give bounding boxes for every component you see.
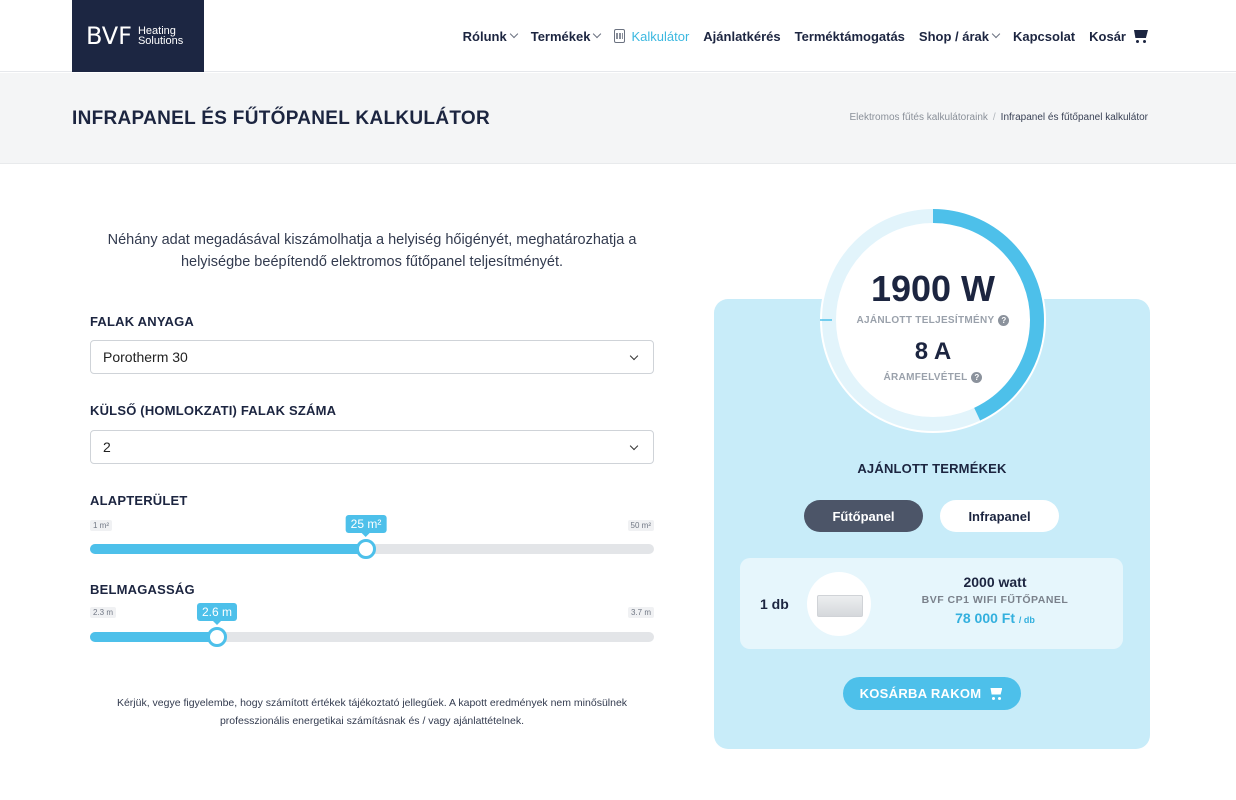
cart-icon	[989, 688, 1004, 700]
title-band: INFRAPANEL ÉS FŰTŐPANEL KALKULÁTOR Elekt…	[0, 73, 1236, 164]
height-min: 2.3 m	[90, 607, 117, 618]
nav-item-rolunk[interactable]: Rólunk	[462, 28, 518, 44]
cart-icon	[1132, 29, 1150, 43]
logo-text: BVF	[86, 22, 132, 50]
main-nav: Rólunk Termékek Kalkulátor Ajánlatkérés …	[463, 0, 1150, 72]
tab-infrapanel[interactable]: Infrapanel	[940, 500, 1059, 532]
nav-label: Kosár	[1089, 28, 1126, 44]
height-slider[interactable]: 2.6 m	[90, 603, 654, 647]
nav-label: Kapcsolat	[1013, 28, 1076, 44]
area-min: 1 m²	[90, 520, 112, 531]
power-value: 1900 W	[870, 268, 996, 309]
product-qty: 1 db	[760, 596, 789, 612]
logo[interactable]: BVF Heating Solutions	[72, 0, 204, 72]
nav-item-termektamogatas[interactable]: Terméktámogatás	[795, 29, 905, 44]
height-value-bubble: 2.6 m	[196, 603, 238, 625]
breadcrumb-separator: /	[992, 112, 996, 123]
nav-label: Kalkulátor	[631, 28, 690, 44]
nav-item-shop[interactable]: Shop / árak	[918, 28, 1001, 44]
nav-item-ajanlatkeres[interactable]: Ajánlatkérés	[703, 29, 780, 44]
chevron-down-icon	[593, 29, 602, 39]
ext-walls-select[interactable]: 2	[90, 430, 654, 464]
current-label-text: ÁRAMFELVÉTEL	[883, 372, 968, 383]
area-label: ALAPTERÜLET	[90, 493, 188, 508]
product-price-unit: / db	[1018, 615, 1035, 625]
nav-label: Shop / árak	[918, 28, 989, 44]
nav-item-termekek[interactable]: Termékek	[530, 28, 602, 44]
nav-label: Rólunk	[462, 28, 507, 44]
tab-futopanel[interactable]: Fűtőpanel	[804, 500, 923, 532]
product-price-value: 78 000 Ft	[955, 610, 1016, 626]
product-card: 1 db 2000 watt BVF CP1 WIFI FŰTŐPANEL 78…	[740, 558, 1123, 649]
add-to-cart-label: KOSÁRBA RAKOM	[859, 686, 982, 701]
current-value: 8 A	[914, 338, 952, 365]
chevron-down-icon	[629, 441, 639, 451]
area-max: 50 m²	[627, 520, 654, 531]
product-price: 78 000 Ft / db	[890, 610, 1100, 626]
chevron-down-icon	[991, 29, 1001, 39]
walls-material-value: Porotherm 30	[103, 349, 188, 365]
site-header: BVF Heating Solutions Rólunk Termékek Ka…	[0, 0, 1236, 72]
logo-subtitle: Heating Solutions	[137, 26, 184, 47]
breadcrumb-parent-link[interactable]: Elektromos fűtés kalkulátoraink	[849, 112, 987, 123]
product-image	[807, 572, 871, 636]
recommended-title: AJÁNLOTT TERMÉKEK	[857, 461, 1007, 476]
nav-label: Ajánlatkérés	[703, 28, 781, 44]
area-slider-handle[interactable]	[356, 539, 376, 559]
help-icon[interactable]: ?	[971, 372, 983, 383]
height-label: BELMAGASSÁG	[90, 582, 195, 597]
panel-heater-icon	[817, 595, 863, 617]
breadcrumb: Elektromos fűtés kalkulátoraink / Infrapan…	[849, 112, 1148, 123]
product-info: 2000 watt BVF CP1 WIFI FŰTŐPANEL 78 000 …	[890, 574, 1100, 626]
nav-item-kalkulator[interactable]: Kalkulátor	[614, 29, 689, 44]
ext-walls-label: KÜLSŐ (HOMLOKZATI) FALAK SZÁMA	[90, 403, 337, 418]
height-max: 3.7 m	[627, 607, 654, 618]
ext-walls-value: 2	[103, 439, 111, 455]
nav-item-kosar[interactable]: Kosár	[1089, 29, 1150, 44]
chevron-down-icon	[509, 29, 518, 39]
add-to-cart-button[interactable]: KOSÁRBA RAKOM	[843, 677, 1021, 710]
intro-text: Néhány adat megadásával kiszámolhatja a …	[107, 232, 637, 270]
nav-label: Termékek	[530, 28, 591, 44]
disclaimer-text: Kérjük, vegye figyelembe, hogy számított…	[116, 697, 628, 727]
product-watt: 2000 watt	[963, 574, 1027, 590]
power-label: AJÁNLOTT TELJESÍTMÉNY?	[820, 315, 1046, 326]
nav-label: Terméktámogatás	[794, 28, 905, 44]
page-title: INFRAPANEL ÉS FŰTŐPANEL KALKULÁTOR	[72, 108, 491, 129]
walls-label: FALAK ANYAGA	[90, 314, 195, 329]
area-slider[interactable]: 25 m²	[90, 515, 654, 559]
walls-material-select[interactable]: Porotherm 30	[90, 340, 654, 374]
height-slider-handle[interactable]	[207, 627, 227, 647]
logo-sub-solutions: Solutions	[137, 35, 184, 47]
chevron-down-icon	[629, 351, 639, 361]
area-slider-fill	[90, 544, 366, 554]
area-value-bubble: 25 m²	[345, 515, 387, 537]
nav-item-kapcsolat[interactable]: Kapcsolat	[1013, 29, 1075, 44]
current-label: ÁRAMFELVÉTEL?	[820, 372, 1046, 383]
power-label-text: AJÁNLOTT TELJESÍTMÉNY	[856, 315, 995, 326]
product-name[interactable]: BVF CP1 WIFI FŰTŐPANEL	[890, 594, 1100, 606]
height-slider-fill	[90, 632, 217, 642]
help-icon[interactable]: ?	[998, 315, 1010, 326]
calculator-icon	[614, 29, 626, 43]
breadcrumb-current: Infrapanel és fűtőpanel kalkulátor	[1000, 112, 1148, 123]
